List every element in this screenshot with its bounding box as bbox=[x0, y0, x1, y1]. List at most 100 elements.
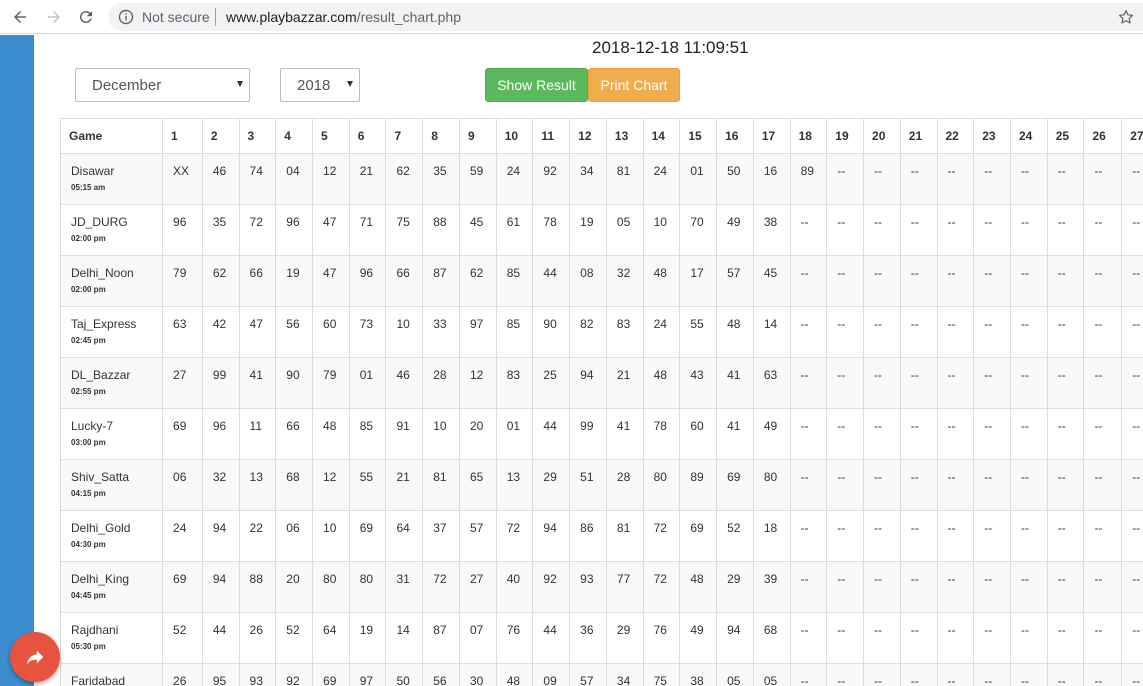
result-cell: -- bbox=[863, 153, 901, 205]
column-header-day: 2 bbox=[201, 118, 240, 154]
result-cell: 44 bbox=[532, 255, 571, 307]
result-cell: 28 bbox=[605, 459, 644, 511]
result-cell: 01 bbox=[679, 153, 718, 205]
result-cell: 94 bbox=[716, 612, 754, 664]
result-cell: 44 bbox=[532, 612, 571, 664]
year-select[interactable]: 2018 bbox=[280, 68, 360, 102]
result-cell: 69 bbox=[162, 561, 203, 613]
result-cell: 79 bbox=[312, 357, 350, 409]
result-cell: -- bbox=[973, 204, 1011, 256]
result-cell: 48 bbox=[495, 663, 534, 686]
result-cell: 33 bbox=[422, 306, 460, 358]
result-cell: 47 bbox=[312, 204, 350, 256]
result-cell: 69 bbox=[716, 459, 754, 511]
reload-icon[interactable] bbox=[74, 5, 98, 29]
result-cell: 28 bbox=[422, 357, 460, 409]
result-cell: 92 bbox=[532, 561, 571, 613]
result-cell: 96 bbox=[201, 408, 240, 460]
info-icon[interactable] bbox=[118, 9, 134, 25]
result-cell: -- bbox=[826, 459, 865, 511]
game-cell: Lucky-7 03:00 pm bbox=[60, 408, 164, 460]
result-cell: 68 bbox=[752, 612, 791, 664]
result-cell: 66 bbox=[238, 255, 277, 307]
result-cell: -- bbox=[863, 255, 901, 307]
column-header-day: 17 bbox=[752, 118, 791, 154]
result-cell: 34 bbox=[605, 663, 644, 686]
result-cell: 10 bbox=[642, 204, 681, 256]
table-row: Lucky-7 03:00 pm 69 96 11 66 48 85 91 10 20 01 44 99 4… bbox=[60, 408, 1143, 460]
result-cell: -- bbox=[789, 459, 828, 511]
column-header-day: 16 bbox=[716, 118, 754, 154]
print-chart-button[interactable]: Print Chart bbox=[588, 68, 680, 102]
current-timestamp: 2018-12-18 11:09:51 bbox=[592, 38, 749, 57]
result-cell: -- bbox=[936, 357, 975, 409]
result-cell: -- bbox=[973, 459, 1011, 511]
back-arrow-icon[interactable] bbox=[8, 5, 32, 29]
result-cell: 69 bbox=[162, 408, 203, 460]
result-cell: -- bbox=[826, 204, 865, 256]
result-cell: -- bbox=[973, 510, 1011, 562]
game-cell: Disawar 05:15 am bbox=[60, 153, 164, 205]
game-time: 05:15 am bbox=[71, 183, 106, 192]
result-cell: 24 bbox=[642, 306, 681, 358]
result-cell: 86 bbox=[569, 510, 607, 562]
result-cell: 95 bbox=[201, 663, 240, 686]
result-cell: -- bbox=[899, 510, 938, 562]
game-name: Faridabad bbox=[71, 674, 126, 686]
url-text[interactable]: www.playbazzar.com/result_chart.php bbox=[226, 9, 461, 25]
result-cell: 22 bbox=[238, 510, 277, 562]
result-cell: -- bbox=[789, 204, 828, 256]
show-result-button[interactable]: Show Result bbox=[485, 68, 588, 102]
result-cell: 55 bbox=[679, 306, 718, 358]
table-row: Faridabad 26 95 93 92 69 97 50 56 30 48 09 57 34 75 38 0… bbox=[60, 663, 1143, 686]
result-cell: 62 bbox=[458, 255, 497, 307]
result-cell: -- bbox=[863, 510, 901, 562]
table-row: Disawar 05:15 am XX 46 74 04 12 21 62 35 59 24 92 34 8… bbox=[60, 153, 1143, 205]
column-header-day: 9 bbox=[458, 118, 497, 154]
table-row: Shiv_Satta 04:15 pm 06 32 13 68 12 55 21 81 65 13 29… bbox=[60, 459, 1143, 511]
result-chart-table-container: Game 1 2 3 4 5 6 7 8 9 10 11 12 13 14 15 16 17 18 19 20 21 22 2… bbox=[60, 118, 1143, 686]
result-cell: -- bbox=[1121, 255, 1143, 307]
result-cell: 04 bbox=[275, 153, 314, 205]
result-cell: -- bbox=[1009, 153, 1048, 205]
address-bar[interactable]: Not secure www.playbazzar.com/result_cha… bbox=[108, 3, 1143, 31]
game-cell: Delhi_Gold 04:30 pm bbox=[60, 510, 164, 562]
result-cell: -- bbox=[789, 357, 828, 409]
share-button[interactable] bbox=[10, 632, 60, 682]
game-cell: Faridabad bbox=[60, 663, 164, 686]
result-cell: 01 bbox=[348, 357, 387, 409]
result-cell: 64 bbox=[312, 612, 350, 664]
result-cell: 49 bbox=[679, 612, 718, 664]
result-cell: 78 bbox=[642, 408, 681, 460]
month-select[interactable]: December bbox=[75, 68, 250, 102]
result-cell: -- bbox=[1046, 561, 1085, 613]
game-cell: Taj_Express 02:45 pm bbox=[60, 306, 164, 358]
result-cell: 82 bbox=[569, 306, 607, 358]
column-header-day: 26 bbox=[1083, 118, 1123, 154]
result-cell: 47 bbox=[238, 306, 277, 358]
result-cell: 80 bbox=[752, 459, 791, 511]
result-cell: -- bbox=[899, 357, 938, 409]
game-time: 04:45 pm bbox=[71, 591, 106, 600]
result-cell: 75 bbox=[642, 663, 681, 686]
result-cell: 38 bbox=[679, 663, 718, 686]
result-cell: 13 bbox=[238, 459, 277, 511]
browser-toolbar: Not secure www.playbazzar.com/result_cha… bbox=[0, 0, 1143, 34]
star-icon[interactable] bbox=[1117, 8, 1135, 26]
result-cell: 57 bbox=[458, 510, 497, 562]
result-cell: 19 bbox=[348, 612, 387, 664]
column-header-day: 1 bbox=[162, 118, 203, 154]
result-cell: -- bbox=[936, 612, 975, 664]
result-cell: -- bbox=[899, 408, 938, 460]
game-name: JD_DURG bbox=[71, 215, 128, 229]
month-select-value: December bbox=[92, 77, 162, 94]
result-cell: 49 bbox=[752, 408, 791, 460]
forward-arrow-icon[interactable] bbox=[42, 5, 66, 29]
result-cell: 81 bbox=[605, 153, 644, 205]
result-cell: -- bbox=[826, 561, 865, 613]
column-header-day: 11 bbox=[532, 118, 571, 154]
result-cell: -- bbox=[936, 306, 975, 358]
security-label: Not secure bbox=[142, 9, 210, 25]
result-cell: -- bbox=[789, 561, 828, 613]
result-cell: 83 bbox=[495, 357, 534, 409]
